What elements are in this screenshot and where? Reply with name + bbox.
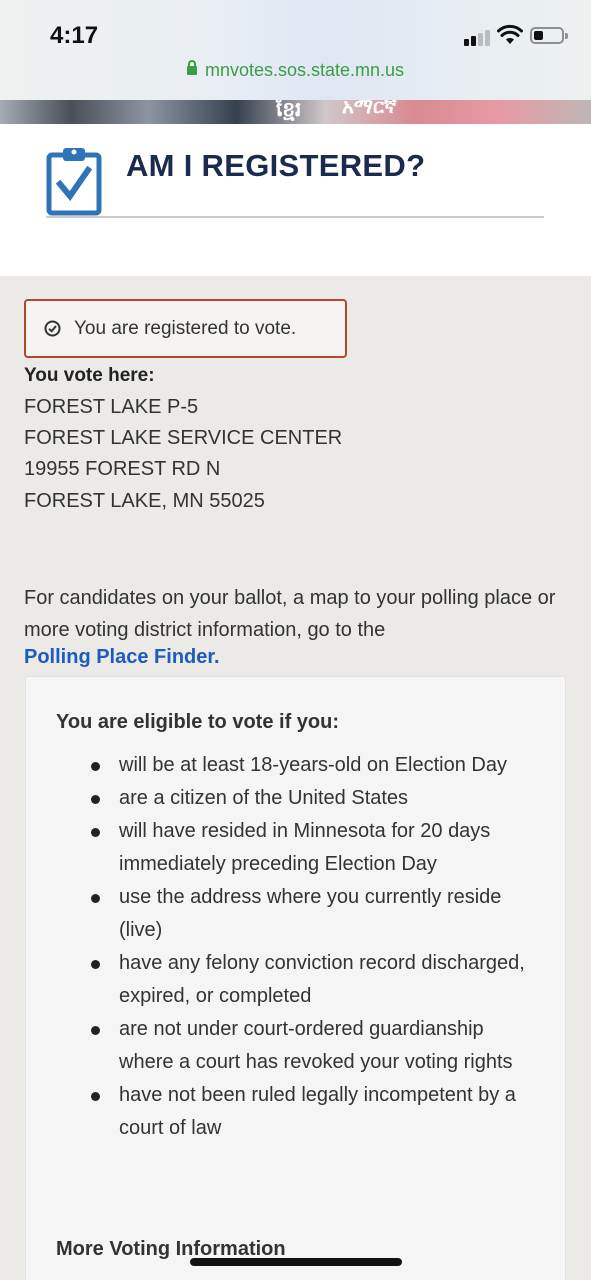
address-bar[interactable]: mnvotes.sos.state.mn.us — [0, 60, 591, 81]
precinct-name: FOREST LAKE P-5 — [24, 396, 199, 418]
page-title: AM I REGISTERED? — [126, 148, 426, 183]
vote-here-label: You vote here: — [24, 365, 155, 386]
language-link-amharic[interactable]: አማርኛ — [342, 100, 397, 119]
language-link-khmer[interactable]: ខ្មែរ — [276, 100, 301, 124]
check-circle-icon — [44, 320, 61, 337]
language-strip: ខ្មែរ አማርኛ — [0, 100, 591, 124]
polling-street-address: 19955 FOREST RD N — [24, 458, 221, 480]
polling-info-text: For candidates on your ballot, a map to … — [24, 587, 556, 641]
list-item: are a citizen of the United States — [91, 782, 539, 815]
polling-location-name: FOREST LAKE SERVICE CENTER — [24, 427, 343, 449]
title-divider — [46, 216, 544, 218]
status-bar: 4:17 mnvotes.sos.state.mn.us — [0, 0, 591, 100]
registration-status-alert: You are registered to vote. — [24, 299, 347, 358]
list-item: have not been ruled legally incompetent … — [91, 1079, 539, 1145]
url-text: mnvotes.sos.state.mn.us — [204, 60, 405, 80]
eligibility-card: You are eligible to vote if you: will be… — [25, 676, 566, 1280]
list-item: have any felony conviction record discha… — [91, 947, 539, 1013]
wifi-icon — [497, 24, 523, 44]
polling-city-state-zip: FOREST LAKE, MN 55025 — [24, 490, 265, 512]
polling-place-finder-link[interactable]: Polling Place Finder. — [24, 646, 220, 669]
list-item: will be at least 18-years-old on Electio… — [91, 749, 539, 782]
page-header: AM I REGISTERED? — [0, 124, 591, 276]
list-item: will have resided in Minnesota for 20 da… — [91, 815, 539, 881]
registration-status-text: You are registered to vote. — [74, 318, 297, 339]
eligibility-list: will be at least 18-years-old on Electio… — [91, 749, 539, 1145]
lock-icon — [186, 60, 197, 75]
list-item: use the address where you currently resi… — [91, 881, 539, 947]
clipboard-check-icon — [46, 148, 102, 216]
battery-icon — [530, 27, 568, 44]
status-time: 4:17 — [50, 22, 99, 49]
eligibility-heading: You are eligible to vote if you: — [56, 711, 339, 733]
list-item: are not under court-ordered guardianship… — [91, 1013, 539, 1079]
cellular-signal-icon — [464, 28, 492, 46]
home-indicator[interactable] — [190, 1258, 402, 1266]
